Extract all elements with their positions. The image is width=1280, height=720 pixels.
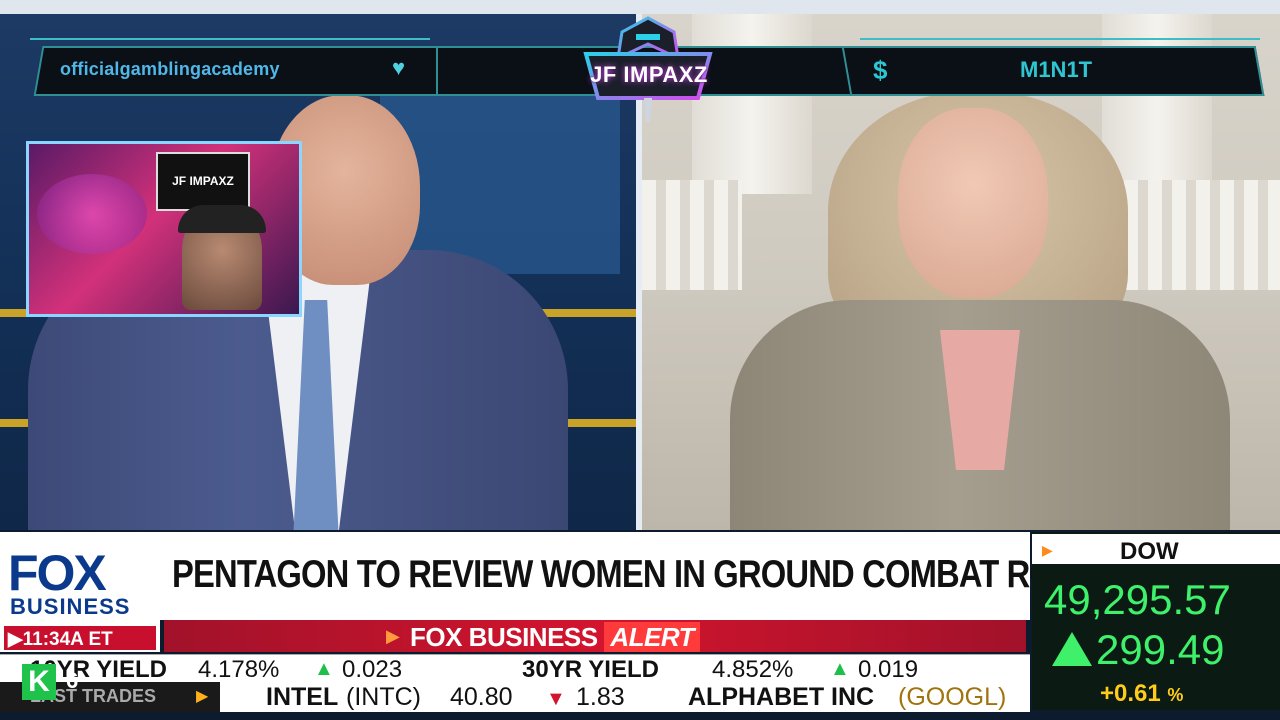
- viewer-count: 6: [66, 668, 79, 693]
- index-percent-value: +0.61: [1100, 680, 1161, 707]
- index-value: 49,295.57: [1044, 576, 1231, 623]
- yield-10yr-value: 4.178%: [198, 656, 280, 683]
- yield-10yr-change: 0.023: [342, 656, 403, 683]
- yield-30yr-value: 4.852%: [712, 656, 794, 683]
- donor-username: M1N1T: [1020, 57, 1093, 82]
- yield-30yr-label: 30YR YIELD: [522, 656, 659, 683]
- stock-name: INTEL: [266, 683, 339, 711]
- streamer-bandana: [178, 205, 266, 233]
- stock-price: 40.80: [450, 683, 513, 711]
- broadcast-time: ▶11:34A ET: [8, 629, 113, 650]
- guest-face: [898, 108, 1048, 298]
- stock-change: 1.83: [576, 683, 625, 711]
- play-arrow-icon: ▶: [1042, 542, 1053, 558]
- alert-brand: FOX BUSINESS: [410, 622, 598, 652]
- top-strip: [0, 0, 1280, 14]
- headline: PENTAGON TO REVIEW WOMEN IN GROUND COMBA…: [172, 553, 1116, 596]
- logo-text: JF IMPAXZ: [590, 62, 708, 87]
- alert-word: ALERT: [604, 622, 701, 652]
- play-arrow-icon: ▶: [196, 688, 209, 705]
- index-percent: +0.61 %: [1100, 680, 1183, 708]
- neon-line: [860, 38, 1260, 40]
- up-triangle-icon: ▲: [830, 658, 850, 680]
- yield-30yr-change: 0.019: [858, 656, 919, 683]
- neon-line: [30, 38, 430, 40]
- stock-name: ALPHABET INC: [688, 683, 875, 711]
- heart-icon: ♥: [392, 55, 406, 80]
- dollar-icon: $: [873, 55, 888, 85]
- play-arrow-icon: ▶: [386, 626, 400, 646]
- index-label: DOW: [1120, 538, 1179, 565]
- business-logo-text: BUSINESS: [10, 594, 131, 619]
- up-arrow-icon: [1052, 632, 1092, 666]
- neon-light: [37, 174, 147, 254]
- index-change: 299.49: [1096, 626, 1225, 673]
- stock-symbol: (INTC): [346, 683, 421, 711]
- webcam-wall-logo: JF IMPAXZ: [156, 152, 250, 211]
- up-triangle-icon: ▲: [314, 658, 334, 680]
- down-triangle-icon: ▼: [546, 688, 566, 710]
- k-badge: K: [22, 664, 56, 700]
- balustrade: [642, 180, 742, 290]
- alert-label: FOX BUSINESS ALERT: [410, 622, 701, 653]
- social-handle: officialgamblingacademy: [60, 59, 280, 79]
- stock-symbol: (GOOGL): [898, 683, 1007, 711]
- percent-sign: %: [1167, 685, 1184, 705]
